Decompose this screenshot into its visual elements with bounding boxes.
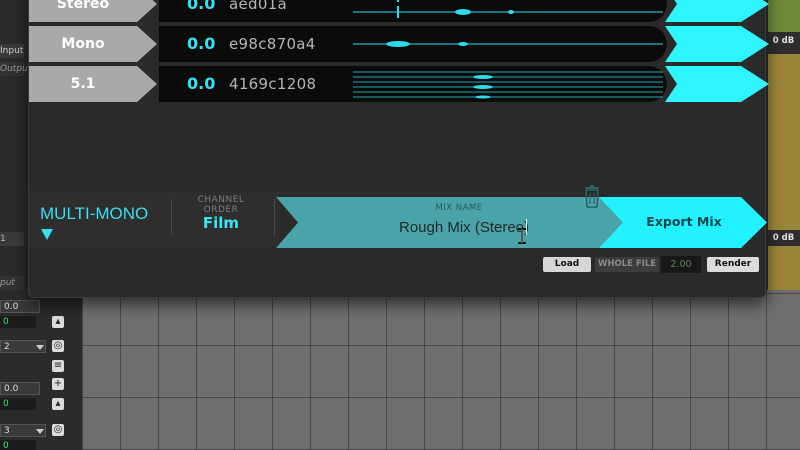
list-icon[interactable]: ≡ [52,360,64,372]
export-mix-label[interactable]: Export Mix [629,214,739,229]
format-mode-label[interactable]: MULTI-MONO [40,204,148,224]
db-label: 0 dB [772,36,795,46]
pan-display-3[interactable]: 0 [0,440,36,450]
record-icon-2[interactable]: ◎ [52,424,64,436]
format-chip[interactable]: Mono [29,26,157,62]
pan-display[interactable]: 0 [0,316,36,328]
row-body: 0.0 aed01a [159,0,667,22]
gain-value[interactable]: 0.0 [187,66,215,102]
whole-file-value[interactable]: 2.00 [661,256,701,273]
row-body: 0.0 4169c1208 [159,66,667,102]
track-number: 1 [0,232,24,246]
file-id: e98c870a4 [229,35,316,53]
add-icon[interactable]: + [52,378,64,390]
pan-display-2[interactable]: 0 [0,398,36,410]
export-arrow-button[interactable] [665,0,769,22]
channel-order-label: CHANNEL ORDER [197,195,245,215]
divider [171,199,172,235]
waveform-display [353,41,663,47]
file-id: 4169c1208 [229,75,317,93]
format-chip[interactable]: 5.1 [29,66,157,102]
record-icon[interactable]: ◎ [52,340,64,352]
channel-order-value[interactable]: Film [179,214,263,232]
gain-value[interactable]: 0.0 [187,0,215,22]
db-label: 0 dB [772,233,795,243]
output-label: Output [0,62,32,76]
format-chip[interactable]: Stereo [29,0,157,22]
output-label-2: put [0,276,24,290]
volume-display[interactable]: 0.0 [0,300,40,313]
render-button[interactable]: Render [707,257,759,272]
mix-name-input[interactable] [349,217,579,237]
load-button[interactable]: Load [543,257,591,272]
export-arrow-button[interactable] [665,66,769,102]
input-label: Input [0,44,24,58]
volume-display-2[interactable]: 0.0 [0,382,40,395]
gain-value[interactable]: 0.0 [187,26,215,62]
chevron-down-icon-2[interactable] [36,429,44,434]
divider [274,199,275,235]
chevron-down-icon[interactable] [36,345,44,350]
row-body: 0.0 e98c870a4 [159,26,667,62]
daw-stage: Input Output 1 put 0.0 0 ▴ 2 ◎ ≡ 0.0 + 0… [0,0,800,450]
plugin-window: Stereo 0.0 aed01a Mono 0.0 e98c870a4 5.1… [28,0,769,298]
whole-file-button[interactable]: WHOLE FILE [595,257,659,272]
triangle-down-icon[interactable] [41,229,53,240]
text-cursor-icon [518,228,526,244]
waveform-clip[interactable] [768,0,800,32]
file-id: aed01a [229,0,288,13]
stepper-icon[interactable]: ▴ [52,316,64,328]
waveform-clip[interactable] [768,54,800,230]
export-arrow-button[interactable] [665,26,769,62]
edit-grid[interactable] [82,290,800,450]
stepper-icon-2[interactable]: ▴ [52,398,64,410]
waveform-display [353,0,663,18]
waveform-display [353,71,663,99]
mix-name-label: MIX NAME [435,203,483,213]
waveform-clip[interactable] [768,246,800,290]
